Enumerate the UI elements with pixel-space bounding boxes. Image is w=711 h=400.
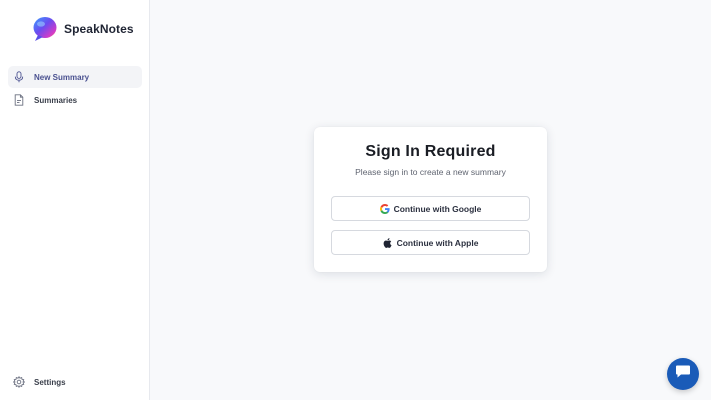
sidebar-item-settings[interactable]: Settings xyxy=(8,371,142,393)
microphone-icon xyxy=(13,71,25,83)
document-icon xyxy=(13,94,25,106)
sidebar-item-label: Settings xyxy=(34,377,66,387)
sidebar: SpeakNotes New Summary Summaries Setting… xyxy=(0,0,150,400)
continue-with-apple-button[interactable]: Continue with Apple xyxy=(331,230,530,255)
signin-title: Sign In Required xyxy=(365,143,496,160)
gear-icon xyxy=(13,376,25,388)
sidebar-item-new-summary[interactable]: New Summary xyxy=(8,66,142,88)
apple-button-label: Continue with Apple xyxy=(396,237,479,248)
sidebar-footer: Settings xyxy=(8,371,142,394)
chat-bubble-icon xyxy=(675,364,691,384)
chat-launcher-button[interactable] xyxy=(667,358,699,390)
google-icon xyxy=(379,203,390,214)
sidebar-item-summaries[interactable]: Summaries xyxy=(8,89,142,111)
sidebar-item-label: Summaries xyxy=(34,95,78,105)
continue-with-google-button[interactable]: Continue with Google xyxy=(331,196,530,221)
speaknotes-logo-icon xyxy=(32,16,58,42)
signin-card: Sign In Required Please sign in to creat… xyxy=(314,127,547,272)
apple-icon xyxy=(383,237,393,248)
brand[interactable]: SpeakNotes xyxy=(32,16,134,42)
sidebar-nav: New Summary Summaries xyxy=(8,66,142,112)
google-button-label: Continue with Google xyxy=(393,203,482,214)
signin-subtitle: Please sign in to create a new summary xyxy=(355,167,506,177)
sidebar-item-label: New Summary xyxy=(34,72,90,82)
app-name: SpeakNotes xyxy=(64,22,134,36)
